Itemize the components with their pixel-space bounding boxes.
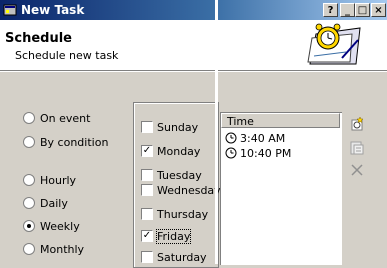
add-time-icon[interactable] bbox=[349, 116, 365, 132]
time-value: 3:40 AM bbox=[240, 132, 286, 145]
checkbox[interactable] bbox=[141, 169, 153, 181]
radio-button[interactable] bbox=[23, 136, 35, 148]
checkbox-label: Tuesday bbox=[157, 169, 202, 182]
radio-button[interactable] bbox=[23, 112, 35, 124]
window-title: New Task bbox=[21, 3, 85, 17]
radio-button[interactable] bbox=[23, 243, 35, 255]
page-title: Schedule bbox=[5, 31, 72, 46]
checkbox[interactable] bbox=[141, 184, 153, 196]
checkbox[interactable] bbox=[141, 251, 153, 263]
column-header-label: Time bbox=[227, 115, 254, 128]
radio-label: Daily bbox=[40, 197, 68, 210]
checkbox[interactable]: ✓ bbox=[141, 145, 153, 157]
help-button[interactable]: ? bbox=[323, 3, 338, 17]
clock-icon bbox=[225, 147, 237, 159]
delete-time-icon[interactable] bbox=[349, 162, 365, 178]
maximize-button[interactable]: □ bbox=[355, 3, 370, 17]
radio-button[interactable] bbox=[23, 197, 35, 209]
checkbox-label: Friday bbox=[155, 229, 192, 244]
column-header-time[interactable]: Time bbox=[221, 113, 340, 128]
title-bar: New Task ? _ □ × bbox=[0, 0, 387, 20]
checkbox[interactable] bbox=[141, 121, 153, 133]
checkbox-label: Thursday bbox=[157, 208, 209, 221]
time-list[interactable]: Time 3:40 AM 10:40 PM bbox=[220, 112, 342, 265]
clock-icon bbox=[225, 132, 237, 144]
checkbox[interactable]: ✓ bbox=[141, 230, 153, 242]
checkbox-label: Sunday bbox=[157, 121, 199, 134]
checkbox-label: Wednesday bbox=[157, 184, 221, 197]
radio-label: Monthly bbox=[40, 243, 85, 256]
radio-label: On event bbox=[40, 112, 91, 125]
checkbox-label: Saturday bbox=[157, 251, 207, 264]
checkbox[interactable] bbox=[141, 208, 153, 220]
edit-time-icon[interactable] bbox=[349, 140, 365, 156]
minimize-button[interactable]: _ bbox=[340, 3, 355, 17]
header-divider-highlight bbox=[0, 71, 387, 72]
radio-label: By condition bbox=[40, 136, 109, 149]
checkbox-label: Monday bbox=[157, 145, 201, 158]
radio-button[interactable] bbox=[23, 220, 35, 232]
app-icon bbox=[3, 4, 17, 16]
radio-label: Hourly bbox=[40, 174, 77, 187]
radio-button[interactable] bbox=[23, 174, 35, 186]
panel-divider bbox=[215, 0, 218, 264]
alarm-clock-calendar-icon bbox=[307, 23, 361, 65]
wizard-header: Schedule Schedule new task bbox=[0, 20, 387, 70]
close-button[interactable]: × bbox=[371, 3, 386, 17]
time-value: 10:40 PM bbox=[240, 147, 292, 160]
page-subtitle: Schedule new task bbox=[15, 49, 119, 62]
radio-label: Weekly bbox=[40, 220, 80, 233]
